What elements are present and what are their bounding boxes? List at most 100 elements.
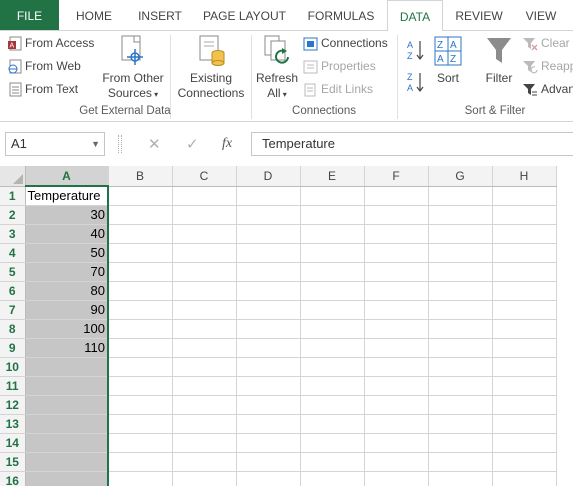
cell-e11[interactable] [300, 376, 365, 396]
cell-b4[interactable] [108, 243, 173, 263]
cell-f7[interactable] [364, 300, 429, 320]
row-header-13[interactable]: 13 [0, 414, 26, 434]
cell-f8[interactable] [364, 319, 429, 339]
cell-e8[interactable] [300, 319, 365, 339]
row-header-15[interactable]: 15 [0, 452, 26, 472]
cell-g14[interactable] [428, 433, 493, 453]
cell-f10[interactable] [364, 357, 429, 377]
cell-b10[interactable] [108, 357, 173, 377]
cell-d4[interactable] [236, 243, 301, 263]
row-header-6[interactable]: 6 [0, 281, 26, 301]
cell-b9[interactable] [108, 338, 173, 358]
cell-a9[interactable]: 110 [24, 338, 109, 358]
row-header-9[interactable]: 9 [0, 338, 26, 358]
reapply-button[interactable]: Reapply [522, 59, 573, 74]
cell-g9[interactable] [428, 338, 493, 358]
cell-a11[interactable] [24, 376, 109, 396]
cell-e2[interactable] [300, 205, 365, 225]
name-box-dropdown-icon[interactable]: ▼ [91, 133, 100, 155]
cell-e13[interactable] [300, 414, 365, 434]
cell-h2[interactable] [492, 205, 557, 225]
cell-g6[interactable] [428, 281, 493, 301]
enter-check-icon[interactable]: ✓ [186, 135, 199, 153]
cell-a7[interactable]: 90 [24, 300, 109, 320]
cell-c15[interactable] [172, 452, 237, 472]
row-header-10[interactable]: 10 [0, 357, 26, 377]
refresh-all-button[interactable]: Refresh All ▾ [254, 35, 300, 102]
cell-g3[interactable] [428, 224, 493, 244]
cell-e1[interactable] [300, 186, 365, 206]
cell-f9[interactable] [364, 338, 429, 358]
worksheet-grid[interactable]: A B C D E F G H 1 Temperature 2 30 3 40 4 50 5 70 6 80 7 90 8 1… [0, 166, 573, 486]
cell-c7[interactable] [172, 300, 237, 320]
row-header-12[interactable]: 12 [0, 395, 26, 415]
column-header-d[interactable]: D [236, 166, 301, 187]
tab-review[interactable]: REVIEW [449, 0, 509, 30]
cell-h6[interactable] [492, 281, 557, 301]
cell-c2[interactable] [172, 205, 237, 225]
existing-connections-button[interactable]: Existing Connections [173, 35, 249, 101]
cell-f16[interactable] [364, 471, 429, 486]
sort-ascending-icon[interactable]: A Z [407, 39, 425, 61]
cell-a10[interactable] [24, 357, 109, 377]
cell-f4[interactable] [364, 243, 429, 263]
edit-links-button[interactable]: Edit Links [303, 82, 373, 97]
tab-page-layout[interactable]: PAGE LAYOUT [197, 0, 292, 30]
cell-g5[interactable] [428, 262, 493, 282]
cell-h1[interactable] [492, 186, 557, 206]
cell-e14[interactable] [300, 433, 365, 453]
cell-b11[interactable] [108, 376, 173, 396]
cell-e7[interactable] [300, 300, 365, 320]
row-header-1[interactable]: 1 [0, 186, 26, 206]
row-header-11[interactable]: 11 [0, 376, 26, 396]
cell-g8[interactable] [428, 319, 493, 339]
tab-home[interactable]: HOME [66, 0, 122, 30]
cell-f5[interactable] [364, 262, 429, 282]
row-header-5[interactable]: 5 [0, 262, 26, 282]
cell-b6[interactable] [108, 281, 173, 301]
column-header-h[interactable]: H [492, 166, 557, 187]
cell-c4[interactable] [172, 243, 237, 263]
cell-g7[interactable] [428, 300, 493, 320]
cell-a1[interactable]: Temperature [24, 185, 109, 206]
cell-e12[interactable] [300, 395, 365, 415]
cell-h15[interactable] [492, 452, 557, 472]
cell-c1[interactable] [172, 186, 237, 206]
cell-d15[interactable] [236, 452, 301, 472]
cell-c13[interactable] [172, 414, 237, 434]
cell-d13[interactable] [236, 414, 301, 434]
cell-g2[interactable] [428, 205, 493, 225]
select-all-corner[interactable] [0, 166, 26, 187]
from-access-button[interactable]: A From Access [8, 36, 94, 51]
cell-d2[interactable] [236, 205, 301, 225]
cell-d16[interactable] [236, 471, 301, 486]
cell-f3[interactable] [364, 224, 429, 244]
cell-e10[interactable] [300, 357, 365, 377]
cell-b8[interactable] [108, 319, 173, 339]
cell-g10[interactable] [428, 357, 493, 377]
tab-data[interactable]: DATA [387, 0, 443, 31]
cell-h11[interactable] [492, 376, 557, 396]
cell-h14[interactable] [492, 433, 557, 453]
tab-formulas[interactable]: FORMULAS [301, 0, 381, 30]
column-header-b[interactable]: B [108, 166, 173, 187]
cell-c8[interactable] [172, 319, 237, 339]
cell-b16[interactable] [108, 471, 173, 486]
cell-b14[interactable] [108, 433, 173, 453]
cell-c10[interactable] [172, 357, 237, 377]
cell-h7[interactable] [492, 300, 557, 320]
cell-f12[interactable] [364, 395, 429, 415]
cell-g15[interactable] [428, 452, 493, 472]
cell-h8[interactable] [492, 319, 557, 339]
cell-d7[interactable] [236, 300, 301, 320]
cell-f15[interactable] [364, 452, 429, 472]
cell-a14[interactable] [24, 433, 109, 453]
tab-file[interactable]: FILE [0, 0, 59, 30]
cell-h3[interactable] [492, 224, 557, 244]
cell-a15[interactable] [24, 452, 109, 472]
cell-e4[interactable] [300, 243, 365, 263]
cell-d11[interactable] [236, 376, 301, 396]
cell-c11[interactable] [172, 376, 237, 396]
cell-h16[interactable] [492, 471, 557, 486]
cell-d3[interactable] [236, 224, 301, 244]
